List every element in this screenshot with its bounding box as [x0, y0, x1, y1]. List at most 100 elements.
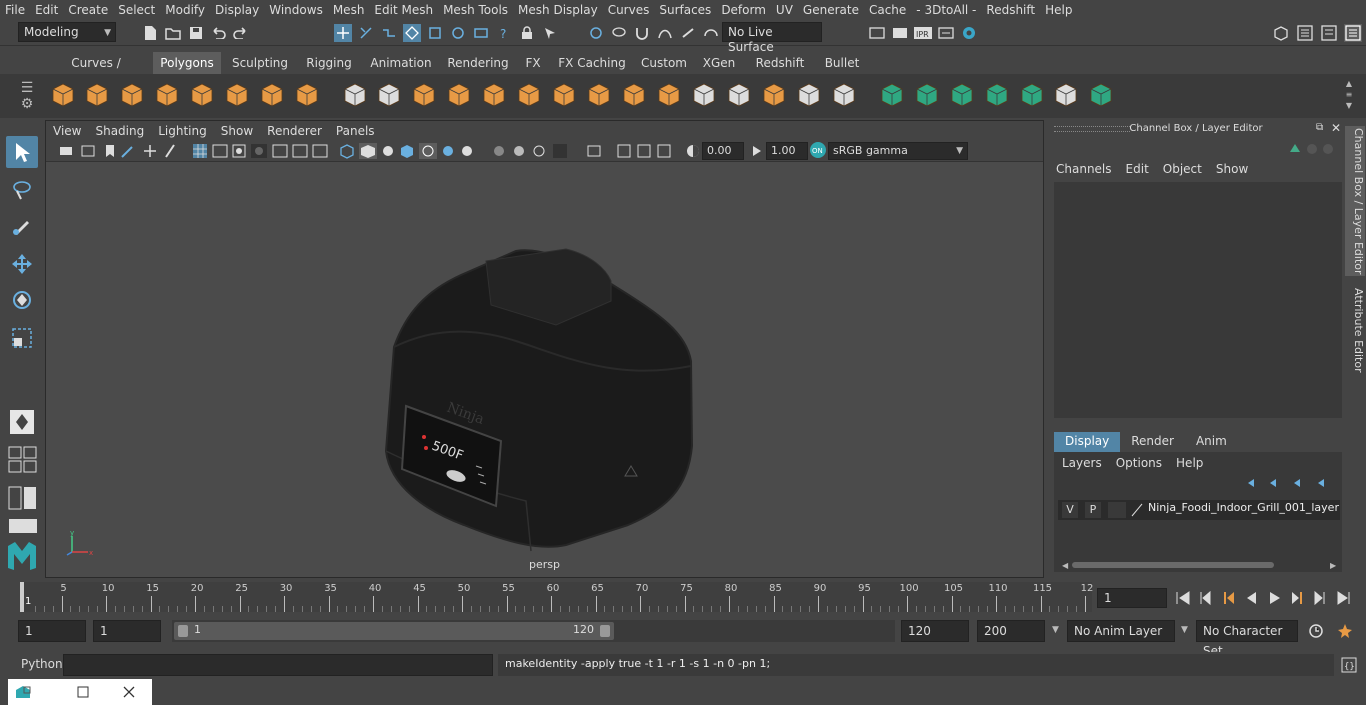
shelf-tab-animation[interactable]: Animation	[364, 52, 438, 74]
magnet-icon[interactable]	[633, 24, 651, 42]
channel-box-menu-channels[interactable]: Channels	[1056, 162, 1112, 178]
animation-preferences-icon[interactable]	[1336, 622, 1354, 640]
layer-menu-layers[interactable]: Layers	[1062, 456, 1102, 472]
viewport-menu-lighting[interactable]: Lighting	[151, 124, 214, 138]
menu-edit-mesh[interactable]: Edit Mesh	[369, 3, 438, 17]
layer-action-icons[interactable]	[1244, 476, 1334, 490]
menu-deform[interactable]: Deform	[716, 3, 771, 17]
uv-checker-icon[interactable]	[1051, 80, 1081, 110]
snap-to-point-icon[interactable]	[449, 24, 467, 42]
close-panel-icon[interactable]: ✕	[1331, 121, 1341, 135]
planar-uv-icon[interactable]	[877, 80, 907, 110]
menu-curves[interactable]: Curves	[603, 3, 655, 17]
shelf-tab-polygons[interactable]: Polygons	[153, 52, 221, 74]
playback-end-field[interactable]: 120	[901, 620, 969, 642]
point-magnet-icon[interactable]	[679, 24, 697, 42]
spherical-uv-icon[interactable]	[947, 80, 977, 110]
undo-icon[interactable]	[209, 24, 227, 42]
layer-playback-toggle[interactable]: P	[1085, 502, 1101, 518]
range-handle[interactable]: 1 120	[174, 622, 614, 640]
menu-mesh-tools[interactable]: Mesh Tools	[438, 3, 513, 17]
viewport-menu-panels[interactable]: Panels	[329, 124, 382, 138]
grid-display-icons[interactable]	[192, 143, 332, 159]
menu-uv[interactable]: UV	[771, 3, 798, 17]
automatic-uv-icon[interactable]	[982, 80, 1012, 110]
viewport-menu-show[interactable]: Show	[214, 124, 260, 138]
unfold-uv-icon[interactable]	[1017, 80, 1047, 110]
layer-menu-options[interactable]: Options	[1116, 456, 1162, 472]
layer-tab-anim[interactable]: Anim	[1185, 432, 1238, 452]
channel-box-menu-object[interactable]: Object	[1163, 162, 1202, 178]
ipr-render-icon[interactable]: IPR	[914, 24, 932, 42]
shelf-tab-bullet[interactable]: Bullet	[817, 52, 867, 74]
menu-generate[interactable]: Generate	[798, 3, 864, 17]
restore-window-icon[interactable]	[14, 683, 32, 701]
shelf-tab-custom[interactable]: Custom	[636, 52, 692, 74]
toggle-tool-settings-icon[interactable]	[1320, 24, 1338, 42]
viewport-menu-shading[interactable]: Shading	[88, 124, 151, 138]
pyramid-icon[interactable]	[257, 80, 287, 110]
cone-icon[interactable]	[152, 80, 182, 110]
scale-tool-icon[interactable]	[6, 322, 38, 354]
menu-mesh[interactable]: Mesh	[328, 3, 370, 17]
viewport-menu-renderer[interactable]: Renderer	[260, 124, 329, 138]
command-input[interactable]	[63, 654, 493, 676]
playback-start-field[interactable]: 1	[93, 620, 161, 642]
gamma-icon[interactable]	[748, 142, 766, 160]
toggle-channel-box-icon[interactable]	[1296, 24, 1314, 42]
menu-3dtoall[interactable]: - 3DtoAll -	[911, 3, 981, 17]
channel-box-side-tab[interactable]: Channel Box / Layer Editor	[1345, 126, 1365, 276]
menu-help[interactable]: Help	[1040, 3, 1077, 17]
hypershade-icon[interactable]	[960, 24, 978, 42]
maximize-window-icon[interactable]	[74, 683, 92, 701]
cube-uv-icon[interactable]	[479, 80, 509, 110]
lock-icon[interactable]	[518, 24, 536, 42]
smooth-icon[interactable]	[444, 80, 474, 110]
menu-create[interactable]: Create	[63, 3, 113, 17]
shelf-tab-rigging[interactable]: Rigging	[298, 52, 360, 74]
shading-mode-icons[interactable]	[339, 143, 479, 159]
mode-dropdown[interactable]: Modeling ▼	[18, 22, 116, 42]
new-scene-icon[interactable]	[141, 24, 159, 42]
select-by-component-icon[interactable]	[380, 24, 398, 42]
curve-magnet-icon[interactable]	[656, 24, 674, 42]
channel-box-menu-show[interactable]: Show	[1216, 162, 1248, 178]
script-editor-icon[interactable]: {}	[1340, 656, 1358, 674]
layer-type-toggle[interactable]	[1108, 502, 1126, 518]
shelf-tab-rendering[interactable]: Rendering	[442, 52, 514, 74]
move-tool-icon[interactable]	[6, 248, 38, 280]
render-settings-icon[interactable]	[937, 24, 955, 42]
layout-single-icon[interactable]	[8, 518, 38, 534]
menu-surfaces[interactable]: Surfaces	[654, 3, 716, 17]
menu-modify[interactable]: Modify	[160, 3, 210, 17]
open-scene-icon[interactable]	[164, 24, 182, 42]
menu-redshift[interactable]: Redshift	[981, 3, 1040, 17]
current-frame-field[interactable]: 1	[1097, 588, 1167, 608]
layer-tab-render[interactable]: Render	[1120, 432, 1185, 452]
select-by-hierarchy-icon[interactable]	[334, 24, 352, 42]
close-window-icon[interactable]	[120, 683, 138, 701]
merge-icon[interactable]	[689, 80, 719, 110]
auto-key-icon[interactable]	[1307, 622, 1325, 640]
mirror-icon[interactable]	[829, 80, 859, 110]
character-set-arrow-icon[interactable]: ▼	[1181, 625, 1188, 635]
shelf-settings-icon[interactable]: ☰ ⚙	[16, 80, 38, 112]
float-panel-icon[interactable]: ⧉	[1316, 122, 1323, 133]
render-icon[interactable]	[891, 24, 909, 42]
character-set-dropdown[interactable]: No Character Set	[1196, 620, 1298, 658]
cylindrical-uv-icon[interactable]	[912, 80, 942, 110]
snap-to-grid-icon[interactable]	[403, 24, 421, 42]
menu-file[interactable]: File	[0, 3, 30, 17]
live-surface-field[interactable]: No Live Surface	[722, 22, 822, 54]
colorspace-dropdown[interactable]: sRGB gamma ▼	[828, 142, 968, 160]
boolean-icon[interactable]	[794, 80, 824, 110]
torus-icon[interactable]	[222, 80, 252, 110]
ninja-foodi-grill-model[interactable]: Ninja 500F	[366, 241, 706, 561]
playback-controls[interactable]	[1174, 588, 1359, 608]
target-weld-icon[interactable]	[724, 80, 754, 110]
layer-tab-display[interactable]: Display	[1054, 432, 1121, 452]
help-icon[interactable]: ?	[495, 24, 513, 42]
cylinder-icon[interactable]	[117, 80, 147, 110]
snap-to-view-plane-icon[interactable]	[472, 24, 490, 42]
redo-icon[interactable]	[232, 24, 250, 42]
